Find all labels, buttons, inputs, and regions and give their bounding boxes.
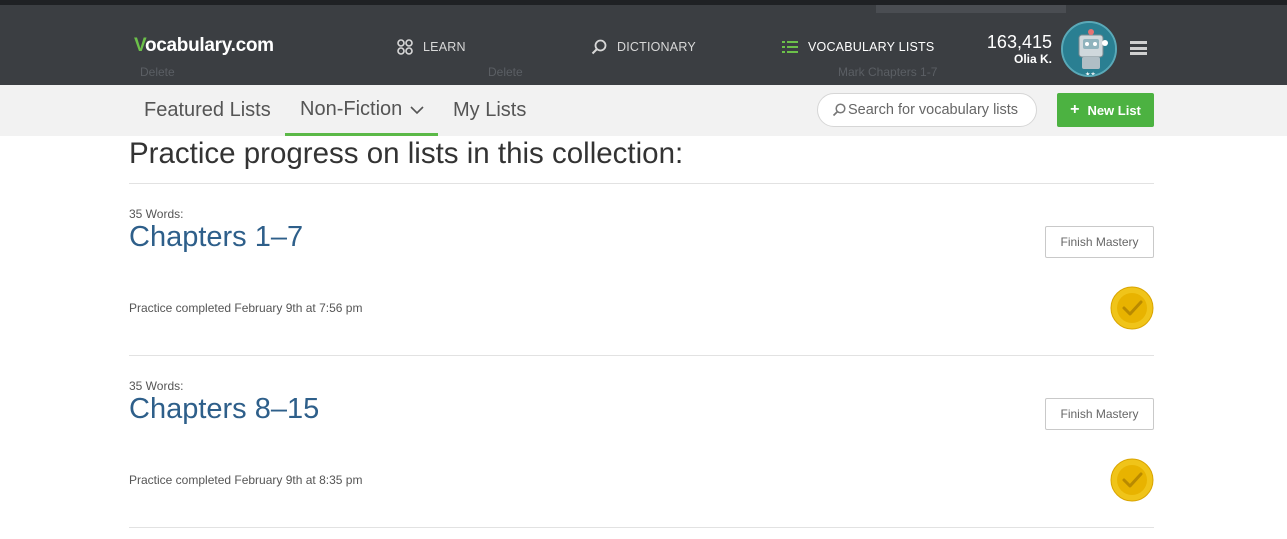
list-icon <box>782 40 798 54</box>
list-title-link[interactable]: Chapters 8–15 <box>129 393 319 426</box>
gold-check-badge-icon <box>1110 458 1154 502</box>
top-navigation-bar: Delete Delete Mark Chapters 1-7 Vocabula… <box>0 0 1287 85</box>
new-list-button[interactable]: + New List <box>1057 93 1154 127</box>
practice-status: Practice completed February 9th at 7:56 … <box>129 301 363 315</box>
finish-mastery-button[interactable]: Finish Mastery <box>1045 398 1154 430</box>
user-points[interactable]: 163,415 Olia K. <box>960 32 1052 66</box>
nav-learn-label: LEARN <box>423 40 466 54</box>
points-count: 163,415 <box>986 32 1052 52</box>
menu-hamburger-icon[interactable] <box>1130 41 1147 55</box>
tab-non-fiction[interactable]: Non-Fiction <box>285 85 438 136</box>
word-count: 35 Words: <box>129 379 184 393</box>
finish-mastery-button[interactable]: Finish Mastery <box>1045 226 1154 258</box>
user-name: Olia K. <box>1013 52 1052 66</box>
svg-text:★★: ★★ <box>1085 71 1096 77</box>
search-placeholder: Search for vocabulary lists <box>848 102 1019 118</box>
tab-featured-lists[interactable]: Featured Lists <box>144 85 271 136</box>
new-list-label: New List <box>1087 102 1141 118</box>
gold-check-badge-icon <box>1110 286 1154 330</box>
search-icon <box>591 39 607 55</box>
search-icon <box>832 103 846 117</box>
faded-delete-text: Delete <box>488 65 523 79</box>
page-heading: Practice progress on lists in this colle… <box>129 137 684 170</box>
tab-featured-lists-label: Featured Lists <box>144 99 271 121</box>
nav-learn[interactable]: LEARN <box>397 37 466 57</box>
faded-mark-text: Mark Chapters 1-7 <box>838 65 938 79</box>
nav-vocabulary-lists-label: VOCABULARY LISTS <box>808 40 935 54</box>
list-item: 35 Words: Chapters 8–15 Finish Mastery P… <box>129 379 1154 539</box>
faded-delete-text: Delete <box>140 65 175 79</box>
learn-grid-icon <box>397 39 413 55</box>
divider <box>129 183 1154 184</box>
tab-non-fiction-label: Non-Fiction <box>300 97 403 120</box>
faded-background-strip <box>876 5 1066 13</box>
tab-my-lists[interactable]: My Lists <box>453 85 526 136</box>
plus-icon: + <box>1070 101 1080 118</box>
nav-dictionary-label: DICTIONARY <box>617 40 696 54</box>
list-title-link[interactable]: Chapters 1–7 <box>129 221 303 254</box>
word-count: 35 Words: <box>129 207 184 221</box>
divider <box>129 527 1154 528</box>
nav-vocabulary-lists[interactable]: VOCABULARY LISTS <box>782 37 934 57</box>
search-input[interactable]: Search for vocabulary lists <box>817 93 1037 127</box>
logo-mark: V <box>134 35 145 56</box>
practice-status: Practice completed February 9th at 8:35 … <box>129 473 363 487</box>
vocabulary-logo[interactable]: Vocabulary.com <box>134 35 274 57</box>
tab-my-lists-label: My Lists <box>453 99 527 121</box>
chevron-down-icon <box>410 98 424 121</box>
divider <box>129 355 1154 356</box>
nav-dictionary[interactable]: DICTIONARY <box>591 37 696 57</box>
list-item: 35 Words: Chapters 1–7 Finish Mastery Pr… <box>129 207 1154 377</box>
logo-text: ocabulary.com <box>144 35 274 56</box>
robot-avatar-icon[interactable]: ★★ <box>1061 21 1117 77</box>
